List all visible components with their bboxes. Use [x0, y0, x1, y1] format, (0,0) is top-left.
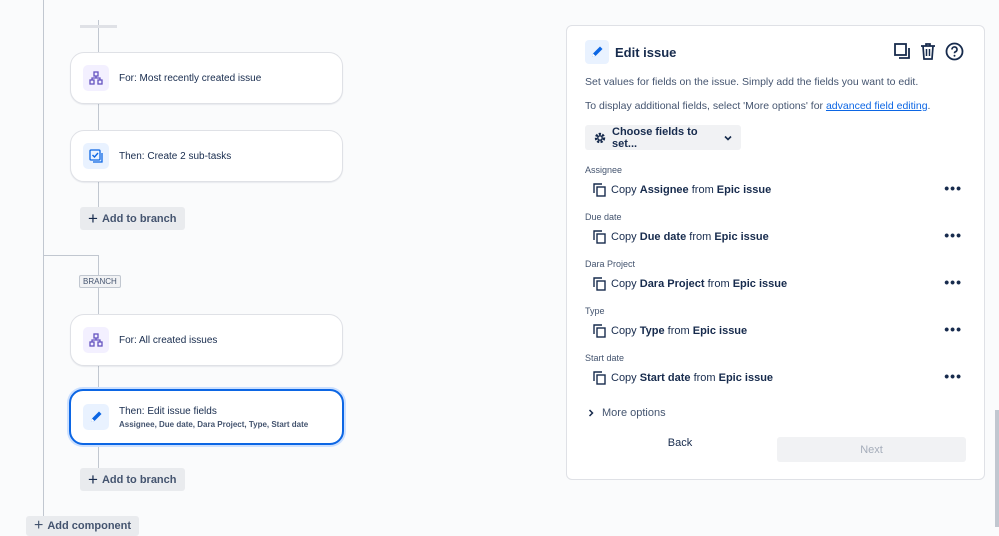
node-label: For: All created issues — [119, 334, 218, 346]
copy-icon — [593, 183, 606, 197]
field-label-assignee: Assignee — [585, 165, 623, 175]
advanced-field-editing-link[interactable]: advanced field editing — [826, 100, 928, 112]
field-label-due-date: Due date — [585, 212, 622, 222]
choose-fields-label: Choose fields to set... — [612, 125, 698, 150]
more-options-label: More options — [602, 407, 666, 419]
copy-text: Copy — [611, 372, 637, 384]
add-to-branch-label: Add to branch — [101, 473, 177, 486]
copy-icon — [593, 277, 606, 291]
scrollbar[interactable] — [995, 410, 999, 527]
node-label: Then: Create 2 sub-tasks — [119, 150, 232, 162]
copy-icon — [593, 230, 606, 244]
more-actions-icon[interactable]: ••• — [944, 227, 962, 243]
field-row-start-date: Copy Start date from Epic issue — [593, 370, 773, 386]
from-text: from — [707, 278, 730, 290]
branch-badge: BRANCH — [79, 275, 121, 288]
field-source: Epic issue — [732, 278, 788, 290]
branch-connector-line — [98, 445, 99, 469]
subtasks-icon — [83, 143, 109, 169]
chevron-right-icon — [587, 409, 595, 417]
copy-text: Copy — [611, 231, 637, 243]
rule-canvas: For: Most recently created issue Then: C… — [0, 0, 560, 536]
field-source: Epic issue — [714, 231, 769, 243]
plus-icon: + — [34, 517, 44, 534]
field-source: Epic issue — [718, 372, 774, 384]
rule-node-for-all[interactable]: For: All created issues — [70, 314, 343, 366]
top-stub — [80, 25, 117, 28]
more-actions-icon[interactable]: ••• — [944, 368, 962, 384]
add-to-branch-label: Add to branch — [101, 212, 177, 225]
plus-icon: + — [88, 470, 98, 489]
from-text: from — [689, 231, 712, 243]
field-row-dara-project: Copy Dara Project from Epic issue — [593, 276, 787, 292]
add-component-button[interactable]: + Add component — [26, 516, 140, 536]
rule-node-edit-issue[interactable]: Then: Edit issue fields Assignee, Due da… — [69, 389, 344, 445]
copy-icon — [593, 324, 606, 338]
field-row-due-date: Copy Due date from Epic issue — [593, 229, 769, 245]
pencil-icon — [83, 404, 109, 430]
node-label: For: Most recently created issue — [119, 72, 262, 84]
branch-connector-line — [98, 182, 99, 208]
add-component-label: Add component — [47, 520, 132, 532]
branch-icon — [83, 327, 109, 353]
copy-text: Copy — [611, 278, 637, 290]
field-name: Due date — [639, 231, 687, 243]
field-row-type: Copy Type from Epic issue — [593, 323, 747, 339]
branch-icon — [83, 65, 109, 91]
chevron-down-icon — [723, 133, 733, 143]
field-name: Assignee — [639, 184, 689, 196]
copy-text: Copy — [611, 184, 637, 196]
node-text: Then: Edit issue fields Assignee, Due da… — [119, 406, 308, 429]
duplicate-icon[interactable] — [892, 40, 912, 62]
field-label-type: Type — [585, 306, 605, 316]
trash-icon[interactable] — [918, 40, 938, 62]
edit-issue-panel: Edit issue Set values for fields on the … — [566, 25, 985, 480]
panel-description-2: To display additional fields, select 'Mo… — [585, 100, 930, 112]
from-text: from — [693, 372, 716, 384]
more-actions-icon[interactable]: ••• — [944, 321, 962, 337]
desc-prefix: To display additional fields, select 'Mo… — [585, 100, 826, 112]
more-actions-icon[interactable]: ••• — [944, 180, 962, 196]
branch-connector-line — [98, 366, 99, 390]
field-label-start-date: Start date — [585, 353, 625, 363]
branch-connector-line — [98, 104, 99, 130]
from-text: from — [691, 184, 714, 196]
gear-icon — [593, 131, 607, 145]
node-sublabel: Assignee, Due date, Dara Project, Type, … — [119, 419, 309, 429]
next-button[interactable]: Next — [777, 437, 966, 462]
add-to-branch-button[interactable]: + Add to branch — [80, 468, 185, 491]
more-options-toggle[interactable]: More options — [587, 407, 666, 419]
plus-icon: + — [88, 209, 98, 228]
node-label: Then: Edit issue fields — [119, 405, 217, 417]
from-text: from — [667, 325, 690, 337]
field-source: Epic issue — [692, 325, 748, 337]
field-name: Type — [639, 325, 665, 337]
desc-suffix: . — [927, 100, 931, 112]
panel-header-actions — [892, 40, 964, 62]
field-row-assignee: Copy Assignee from Epic issue — [593, 182, 771, 198]
field-name: Dara Project — [639, 278, 705, 290]
field-source: Epic issue — [716, 184, 772, 196]
rule-node-create-subtasks[interactable]: Then: Create 2 sub-tasks — [70, 130, 343, 182]
add-to-branch-button[interactable]: + Add to branch — [80, 207, 185, 230]
field-name: Start date — [639, 372, 691, 384]
rule-node-for-recent[interactable]: For: Most recently created issue — [70, 52, 343, 104]
help-icon[interactable] — [944, 40, 964, 62]
panel-description: Set values for fields on the issue. Simp… — [585, 76, 919, 88]
copy-icon — [593, 371, 606, 385]
copy-text: Copy — [611, 325, 637, 337]
pencil-icon — [585, 40, 609, 64]
more-actions-icon[interactable]: ••• — [944, 274, 962, 290]
choose-fields-dropdown[interactable]: Choose fields to set... — [585, 125, 741, 150]
main-connector-line — [43, 0, 44, 527]
back-button[interactable]: Back — [660, 437, 700, 449]
branch-split-line — [43, 255, 99, 256]
field-label-dara-project: Dara Project — [585, 259, 636, 269]
panel-title: Edit issue — [615, 45, 677, 60]
